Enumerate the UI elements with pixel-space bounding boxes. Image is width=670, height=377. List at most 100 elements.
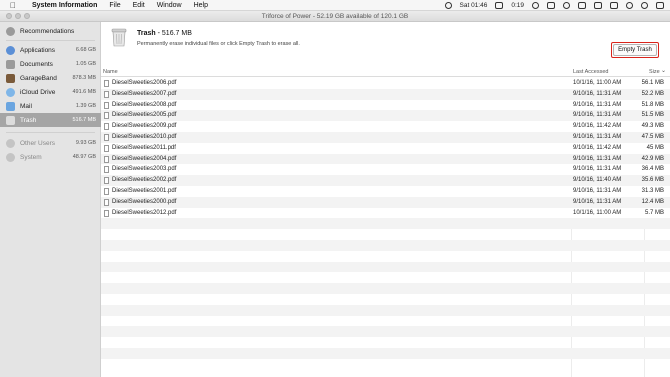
menu-file[interactable]: File bbox=[109, 2, 120, 9]
column-header-size[interactable]: Size bbox=[649, 67, 666, 75]
sidebar-item-applications[interactable]: Applications 6.68 GB bbox=[0, 43, 101, 57]
battery-icon[interactable] bbox=[495, 2, 504, 9]
table-row[interactable]: DieselSweeties2004.pdf 9/10/16, 11:31 AM 4… bbox=[101, 153, 670, 165]
empty-row bbox=[101, 304, 670, 316]
file-size: 42.9 MB bbox=[641, 155, 664, 162]
file-name: DieselSweeties2009.pdf bbox=[112, 123, 177, 130]
sidebar-item-size: 878.3 MB bbox=[72, 75, 96, 81]
table-row[interactable]: DieselSweeties2008.pdf 9/10/16, 11:31 AM 5… bbox=[101, 99, 670, 111]
table-row[interactable]: DieselSweeties2011.pdf 9/10/16, 11:42 AM 4… bbox=[101, 142, 670, 154]
title-bar: Triforce of Power - 52.19 GB available o… bbox=[0, 11, 670, 22]
file-last-accessed: 9/10/16, 11:42 AM bbox=[573, 123, 622, 130]
clock-icon[interactable] bbox=[532, 2, 539, 9]
notification-center-icon[interactable] bbox=[656, 2, 664, 9]
storage-window: Triforce of Power - 52.19 GB available o… bbox=[0, 11, 670, 377]
search-icon[interactable] bbox=[626, 2, 633, 9]
airplay-icon[interactable] bbox=[610, 2, 618, 9]
table-row[interactable]: DieselSweeties2009.pdf 9/10/16, 11:42 AM 4… bbox=[101, 121, 670, 132]
column-header-last-accessed[interactable]: Last Accessed bbox=[573, 69, 608, 75]
empty-row bbox=[101, 240, 670, 251]
sidebar-item-trash[interactable]: Trash 516.7 MB bbox=[0, 113, 101, 127]
table-row[interactable]: DieselSweeties2010.pdf 9/10/16, 11:31 AM 4… bbox=[101, 132, 670, 143]
empty-row bbox=[101, 283, 670, 294]
table-row[interactable]: DieselSweeties2006.pdf 10/1/16, 11:00 AM 5… bbox=[101, 78, 670, 89]
table-row[interactable]: DieselSweeties2001.pdf 9/10/16, 11:31 AM 3… bbox=[101, 186, 670, 197]
file-name: DieselSweeties2011.pdf bbox=[112, 144, 176, 151]
skype-icon[interactable] bbox=[444, 2, 452, 9]
clock[interactable]: Sat 01:46 bbox=[460, 2, 488, 9]
battery-time[interactable]: 0:19 bbox=[511, 2, 524, 9]
sidebar-item-documents[interactable]: Documents 1.05 GB bbox=[0, 57, 101, 71]
file-last-accessed: 9/10/16, 11:31 AM bbox=[573, 112, 622, 119]
documents-icon bbox=[6, 59, 15, 69]
sidebar-item-label: Recommendations bbox=[20, 27, 75, 35]
pdf-file-icon bbox=[104, 123, 109, 131]
user-icon[interactable] bbox=[641, 2, 648, 9]
trash-icon bbox=[6, 115, 15, 125]
bluetooth-icon[interactable] bbox=[547, 2, 555, 9]
sidebar-item-label: Applications bbox=[20, 46, 56, 54]
table-row[interactable]: DieselSweeties2000.pdf 9/10/16, 11:31 AM 1… bbox=[101, 196, 670, 208]
file-size: 35.6 MB bbox=[641, 177, 664, 184]
menu-window[interactable]: Window bbox=[157, 2, 182, 9]
empty-row bbox=[101, 348, 670, 359]
file-size: 51.5 MB bbox=[641, 112, 664, 119]
sidebar-item-other-users[interactable]: Other Users 9.93 GB bbox=[0, 136, 101, 150]
menu-app-name[interactable]: System Information bbox=[32, 2, 97, 9]
file-last-accessed: 10/1/16, 11:00 AM bbox=[573, 80, 622, 86]
table-row[interactable]: DieselSweeties2012.pdf 10/1/16, 11:00 AM 5… bbox=[101, 207, 670, 219]
file-name: DieselSweeties2003.pdf bbox=[112, 166, 177, 173]
file-last-accessed: 9/10/16, 11:31 AM bbox=[573, 188, 622, 194]
apple-menu-icon[interactable]:  bbox=[8, 1, 18, 10]
sidebar-divider bbox=[6, 40, 95, 41]
category-size: - 516.7 MB bbox=[155, 30, 192, 37]
file-size: 51.8 MB bbox=[641, 101, 664, 108]
file-list: DieselSweeties2006.pdf 10/1/16, 11:00 AM 5… bbox=[101, 78, 670, 377]
category-title: Trash - 516.7 MB bbox=[137, 30, 192, 37]
column-header-name[interactable]: Name bbox=[103, 69, 118, 75]
file-name: DieselSweeties2000.pdf bbox=[112, 198, 177, 205]
menu-help[interactable]: Help bbox=[194, 2, 208, 9]
table-row[interactable]: DieselSweeties2007.pdf 9/10/16, 11:31 AM 5… bbox=[101, 88, 670, 100]
file-size: 47.5 MB bbox=[641, 134, 664, 140]
wifi-icon[interactable] bbox=[563, 2, 570, 9]
pdf-file-icon bbox=[104, 177, 109, 185]
gear-icon bbox=[6, 152, 15, 162]
table-row[interactable]: DieselSweeties2003.pdf 9/10/16, 11:31 AM 3… bbox=[101, 164, 670, 176]
file-size: 52.2 MB bbox=[641, 90, 664, 97]
sidebar-item-recommendations[interactable]: Recommendations bbox=[0, 24, 101, 38]
table-row[interactable]: DieselSweeties2005.pdf 9/10/16, 11:31 AM 5… bbox=[101, 110, 670, 122]
file-name: DieselSweeties2001.pdf bbox=[112, 188, 177, 194]
file-last-accessed: 9/10/16, 11:31 AM bbox=[573, 101, 622, 108]
menu-bar:  System Information File Edit Window He… bbox=[0, 0, 670, 11]
empty-trash-button[interactable]: Empty Trash bbox=[613, 44, 657, 56]
sidebar-item-system[interactable]: System 48.97 GB bbox=[0, 150, 101, 164]
pdf-file-icon bbox=[104, 155, 109, 163]
pdf-file-icon bbox=[104, 198, 109, 206]
sidebar-item-label: Documents bbox=[20, 60, 53, 68]
file-size: 49.3 MB bbox=[641, 123, 664, 130]
pdf-file-icon bbox=[104, 134, 109, 141]
file-last-accessed: 9/10/16, 11:31 AM bbox=[573, 155, 622, 162]
display-icon[interactable] bbox=[594, 2, 602, 9]
sidebar-item-label: iCloud Drive bbox=[20, 88, 56, 96]
empty-row bbox=[101, 261, 670, 273]
sidebar-item-label: Trash bbox=[20, 116, 37, 124]
table-header: Name Last Accessed Size bbox=[101, 67, 670, 77]
volume-icon[interactable] bbox=[578, 2, 586, 9]
pdf-file-icon bbox=[104, 80, 109, 87]
file-last-accessed: 9/10/16, 11:31 AM bbox=[573, 90, 622, 97]
file-size: 5.7 MB bbox=[644, 209, 664, 216]
sidebar-item-mail[interactable]: Mail 1.39 GB bbox=[0, 99, 101, 113]
window-title: Triforce of Power - 52.19 GB available o… bbox=[261, 13, 409, 20]
file-name: DieselSweeties2012.pdf bbox=[112, 209, 177, 216]
file-name: DieselSweeties2002.pdf bbox=[112, 177, 177, 184]
pdf-file-icon bbox=[104, 101, 109, 109]
file-size: 31.3 MB bbox=[641, 188, 664, 194]
file-last-accessed: 10/1/16, 11:00 AM bbox=[573, 209, 622, 216]
menu-edit[interactable]: Edit bbox=[133, 2, 145, 9]
sidebar-item-icloud-drive[interactable]: iCloud Drive 491.6 MB bbox=[0, 85, 101, 99]
table-row[interactable]: DieselSweeties2002.pdf 9/10/16, 11:40 AM 3… bbox=[101, 175, 670, 186]
sidebar-item-garageband[interactable]: GarageBand 878.3 MB bbox=[0, 71, 101, 85]
file-size: 36.4 MB bbox=[641, 166, 664, 173]
